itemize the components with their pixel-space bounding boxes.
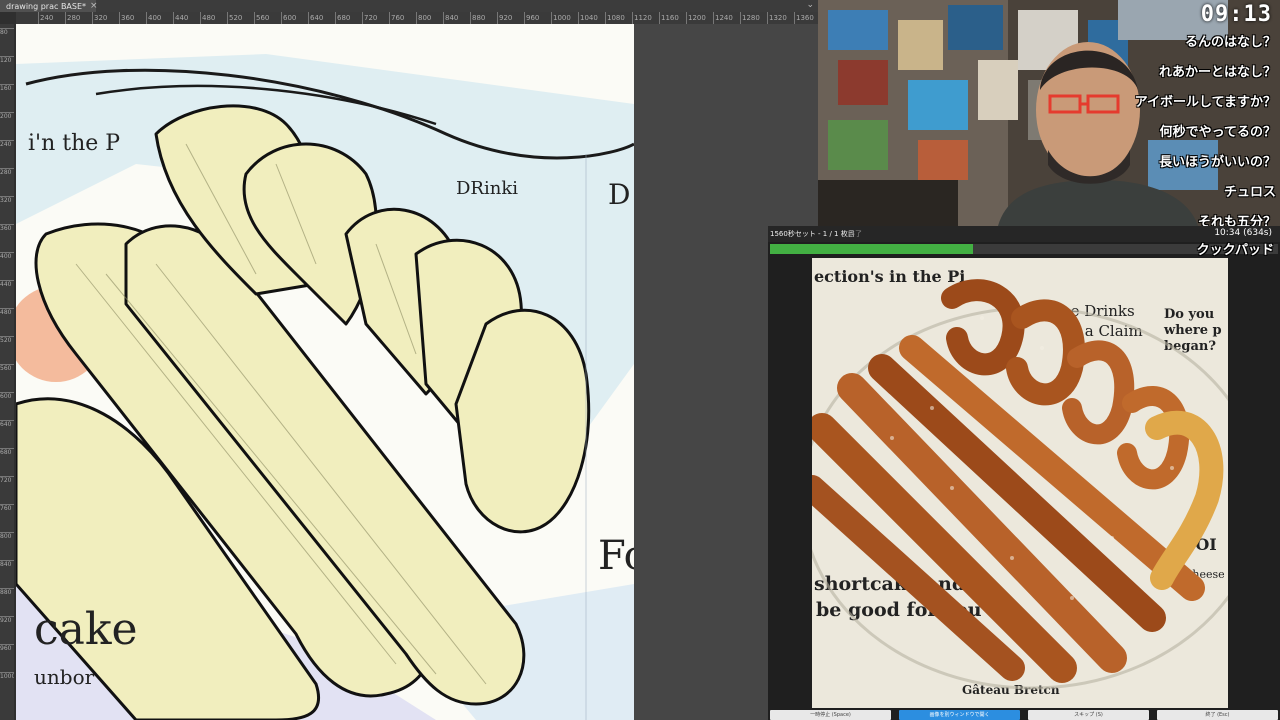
chat-comment: れあかーとはなし？ (1158, 65, 1276, 80)
ruler-tick-label: 680 (0, 448, 14, 457)
ruler-tick-label: 160 (0, 84, 14, 93)
ruler-tick-label: 1000 (551, 12, 571, 24)
chat-comment: 何秒でやってるの？ (1159, 125, 1276, 140)
ruler-tick-label: 920 (497, 12, 513, 24)
chat-comment: それも五分？ (1197, 215, 1276, 226)
ruler-tick-label: 280 (65, 12, 81, 24)
ruler-tick-label: 600 (281, 12, 297, 24)
ruler-tick-label: 960 (524, 12, 540, 24)
ruler-tick-label: 400 (146, 12, 162, 24)
ruler-tick-label: 80 (0, 28, 14, 37)
document-tab-label: drawing prac BASE* (6, 1, 87, 11)
progress-fill (770, 244, 974, 254)
sketch-artwork: i'n the P DRinki D cake unbor Fo (16, 54, 634, 720)
stream-clock: 09:13 (1200, 2, 1272, 27)
drawing-app-window: drawing prac BASE* × ⌄ 240 280 320 360 400 44… (0, 0, 818, 720)
photo-text: Gâteau Bretcn (962, 683, 1060, 697)
ruler-tick-label: 800 (0, 532, 14, 541)
reference-photo[interactable]: ection's in the Pi offee Drinks ke a Cla… (812, 258, 1228, 708)
ruler-tick-label: 1160 (659, 12, 679, 24)
photo-text: ection's in the Pi (814, 267, 965, 286)
image-source-label: クックパッド (1196, 243, 1274, 258)
chat-comments: るんのはなし？ れあかーとはなし？ アイボールしてますか？ 何秒でやってるの？ … (1036, 28, 1276, 226)
reference-viewer: 1560秒セット - 1 / 1 枚目 終了 10:34 (634s) クックパ… (768, 226, 1280, 720)
ruler-tick-label: 640 (0, 420, 14, 429)
ruler-tick-label: 1360 (794, 12, 814, 24)
ruler-tick-label: 1040 (578, 12, 598, 24)
canvas-word-6: Fo (598, 533, 634, 579)
ruler-tick-label: 560 (254, 12, 270, 24)
canvas-word-1: i'n the P (28, 131, 120, 156)
vertical-ruler: 80 120 160 200 240 280 320 360 400 440 480 520 560 60… (0, 24, 14, 720)
document-tab-bar: drawing prac BASE* × ⌄ (0, 0, 818, 12)
ruler-tick-label: 720 (362, 12, 378, 24)
open-image-window-button[interactable]: 画像を別ウィンドウで開く (899, 710, 1020, 720)
canvas-area[interactable]: i'n the P DRinki D cake unbor Fo (16, 24, 818, 720)
ruler-tick-label: 600 (0, 392, 14, 401)
ruler-tick-label: 240 (38, 12, 54, 24)
set-info: 1560秒セット - 1 / 1 枚目 (770, 230, 855, 238)
photo-text: where p (1163, 323, 1222, 338)
ruler-tick-label: 360 (0, 224, 14, 233)
ruler-tick-label: 720 (0, 476, 14, 485)
ruler-tick-label: 1080 (605, 12, 625, 24)
ruler-tick-label: 840 (443, 12, 459, 24)
pause-button[interactable]: 一時停止 (Space) (770, 710, 891, 720)
ruler-tick-label: 480 (200, 12, 216, 24)
drawing-canvas[interactable]: i'n the P DRinki D cake unbor Fo (16, 24, 634, 720)
ruler-tick-label: 760 (389, 12, 405, 24)
document-tab[interactable]: drawing prac BASE* × (0, 0, 98, 12)
ruler-tick-label: 1280 (740, 12, 760, 24)
ruler-tick-label: 200 (0, 112, 14, 121)
chat-comment: 長いほうがいいの？ (1158, 155, 1276, 170)
canvas-word-3: D (608, 178, 630, 211)
session-timer: 10:34 (634s) (1214, 228, 1272, 238)
ruler-tick-label: 400 (0, 252, 14, 261)
ruler-tick-label: 840 (0, 560, 14, 569)
chat-comment: アイボールしてますか？ (1134, 95, 1276, 110)
canvas-word-4: cake (34, 604, 138, 655)
chat-comment: るんのはなし？ (1184, 35, 1276, 50)
chevron-down-icon[interactable]: ⌄ (806, 0, 814, 10)
end-session-link[interactable]: 終了 (848, 229, 862, 239)
ruler-tick-label: 240 (0, 140, 14, 149)
ruler-tick-label: 960 (0, 644, 14, 653)
ruler-tick-label: 920 (0, 616, 14, 625)
skip-button[interactable]: スキップ (S) (1028, 710, 1149, 720)
ruler-tick-label: 1240 (713, 12, 733, 24)
ruler-tick-label: 800 (416, 12, 432, 24)
ruler-tick-label: 320 (0, 196, 14, 205)
ruler-tick-label: 1120 (632, 12, 652, 24)
ruler-tick-label: 440 (173, 12, 189, 24)
ruler-tick-label: 760 (0, 504, 14, 513)
close-tab-icon[interactable]: × (90, 1, 98, 11)
ruler-tick-label: 1200 (686, 12, 706, 24)
horizontal-ruler: 240 280 320 360 400 440 480 520 560 600 640 680 720 7… (16, 12, 818, 24)
ruler-tick-label: 120 (0, 56, 14, 65)
ruler-tick-label: 1000 (0, 672, 14, 680)
ruler-tick-label: 680 (335, 12, 351, 24)
ruler-tick-label: 520 (227, 12, 243, 24)
end-button[interactable]: 終了 (Esc) (1157, 710, 1278, 720)
ruler-tick-label: 1320 (767, 12, 787, 24)
ruler-tick-label: 480 (0, 308, 14, 317)
ruler-tick-label: 560 (0, 364, 14, 373)
canvas-word-2: DRinki (456, 178, 518, 199)
ruler-tick-label: 360 (119, 12, 135, 24)
ruler-tick-label: 880 (470, 12, 486, 24)
ruler-tick-label: 520 (0, 336, 14, 345)
webcam-feed: 09:13 るんのはなし？ れあかーとはなし？ アイボールしてますか？ 何秒でや… (818, 0, 1280, 226)
ruler-tick-label: 280 (0, 168, 14, 177)
photo-text: Do you (1164, 307, 1214, 322)
chat-comment: チュロス (1223, 185, 1276, 200)
ruler-tick-label: 320 (92, 12, 108, 24)
ruler-tick-label: 440 (0, 280, 14, 289)
canvas-word-5: unbor (34, 665, 95, 689)
viewer-controls: 一時停止 (Space) 画像を別ウィンドウで開く スキップ (S) 終了 (E… (768, 710, 1280, 720)
ruler-tick-label: 640 (308, 12, 324, 24)
churros-photo: ection's in the Pi offee Drinks ke a Cla… (812, 258, 1228, 708)
ruler-tick-label: 880 (0, 588, 14, 597)
